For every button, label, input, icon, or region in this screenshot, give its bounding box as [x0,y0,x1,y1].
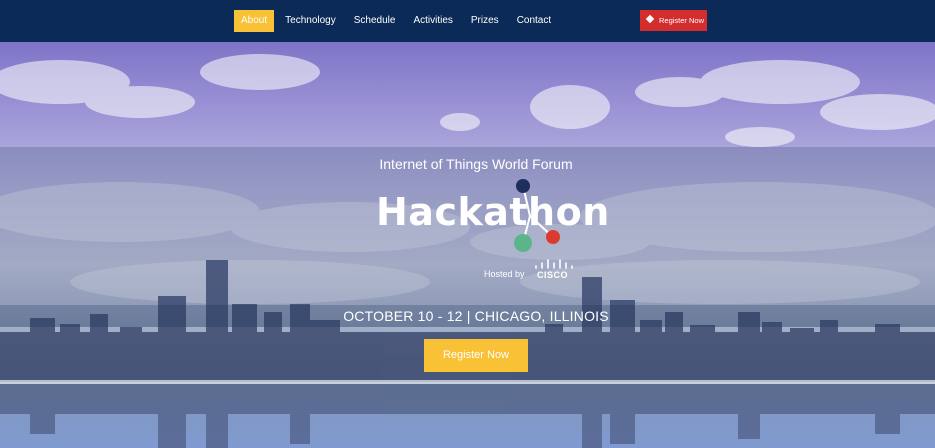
hackathon-logo: Hackathon [370,178,609,258]
hosted-by-label: Hosted by [484,269,525,279]
nav-register-label: Register Now [659,16,705,25]
hero-register-button[interactable]: Register Now [424,339,528,372]
nav-item-about[interactable]: About [234,10,275,32]
hero-section: Internet of Things World Forum Hackathon… [0,42,935,448]
nav-item-activities[interactable]: Activities [406,10,459,32]
nav-register-button[interactable]: Register Now [640,10,707,31]
nav-item-technology[interactable]: Technology [278,10,343,32]
network-nodes-icon [514,179,560,252]
tag-icon [645,14,655,24]
top-navbar: About Technology Schedule Activities Pri… [0,0,935,42]
host-logo-text: CISCO [537,270,569,280]
nav-item-schedule[interactable]: Schedule [347,10,403,32]
event-date-location: OCTOBER 10 - 12 | CHICAGO, ILLINOIS [343,308,609,324]
nav-item-prizes[interactable]: Prizes [464,10,506,32]
event-title: Internet of Things World Forum [379,156,573,172]
nav-menu: About Technology Schedule Activities Pri… [234,10,562,32]
nav-item-contact[interactable]: Contact [510,10,558,32]
